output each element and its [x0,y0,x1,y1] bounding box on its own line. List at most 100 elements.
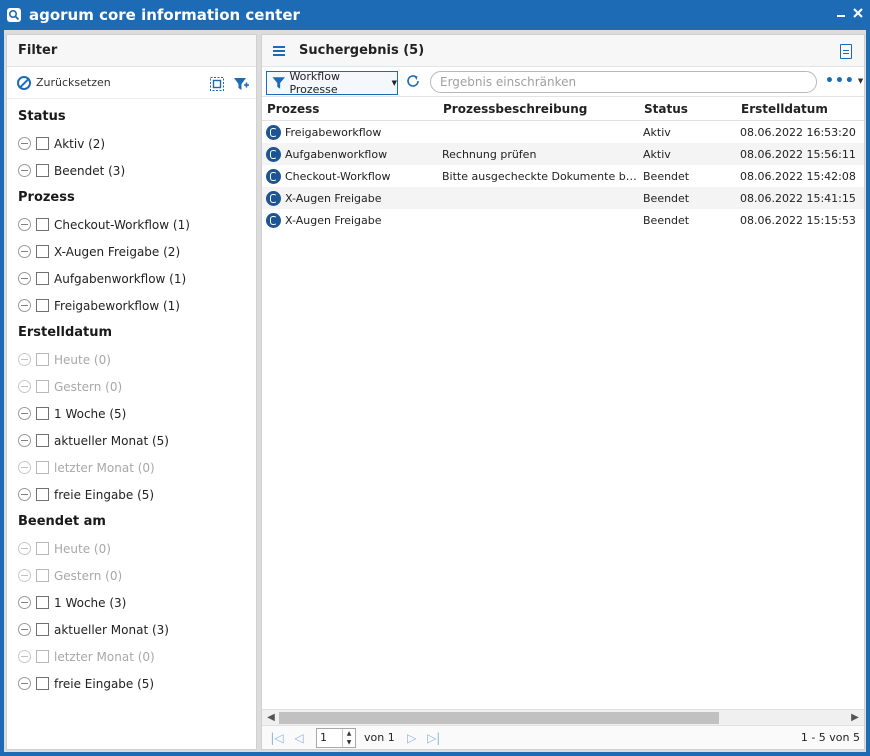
cell-status: Aktiv [643,125,671,139]
last-page-icon[interactable]: ▷| [423,731,445,745]
filter-option[interactable]: Aufgabenworkflow (1) [7,265,256,292]
filter-option[interactable]: Beendet (3) [7,157,256,184]
add-filter-icon[interactable] [233,76,249,92]
filter-checkbox[interactable] [36,407,49,420]
filter-group-title: Prozess [18,190,75,205]
exclude-icon[interactable] [18,677,31,690]
filter-option[interactable]: Checkout-Workflow (1) [7,211,256,238]
cell-status: Beendet [643,213,690,227]
scroll-thumb[interactable] [279,712,719,724]
filter-option-label: freie Eingabe (5) [54,676,155,691]
select-all-icon[interactable] [209,76,225,92]
filter-checkbox[interactable] [36,164,49,177]
filter-group-title: Beendet am [18,514,106,529]
filter-checkbox [36,380,49,393]
filter-option[interactable]: 1 Woche (5) [7,400,256,427]
filter-checkbox[interactable] [36,218,49,231]
filter-option: Gestern (0) [7,373,256,400]
filter-option-label: 1 Woche (5) [54,406,127,421]
scroll-left-icon[interactable]: ◀ [264,711,278,725]
page-spinner[interactable]: ▲ ▼ [342,728,355,747]
prev-page-icon[interactable]: ◁ [288,731,310,745]
filter-option[interactable]: X-Augen Freigabe (2) [7,238,256,265]
result-toolbar: Workflow Prozesse ▼ •••▼ [262,67,864,97]
cell-created: 08.06.2022 15:41:15 [740,191,856,205]
filter-option[interactable]: freie Eingabe (5) [7,670,256,697]
filter-option-label: Gestern (0) [54,568,123,583]
table-row[interactable]: Checkout-Workflow Bitte ausgecheckte Doku… [262,165,864,187]
window-title: agorum core information center [29,6,300,24]
process-name: X-Augen Freigabe [285,191,382,205]
column-erstelldatum[interactable]: Erstelldatum [736,102,864,116]
spin-down-icon[interactable]: ▼ [343,738,355,747]
filter-option[interactable]: aktueller Monat (5) [7,427,256,454]
filter-checkbox[interactable] [36,596,49,609]
filter-checkbox [36,461,49,474]
exclude-icon[interactable] [18,434,31,447]
filter-checkbox[interactable] [36,272,49,285]
table-row[interactable]: Aufgabenworkflow Rechnung prüfen Aktiv 08.0… [262,143,864,165]
cell-created: 08.06.2022 15:42:08 [740,169,856,183]
refresh-icon[interactable] [405,73,421,89]
filter-option-label: Heute (0) [54,352,111,367]
filter-option-label: letzter Monat (0) [54,460,155,475]
exclude-icon[interactable] [18,137,31,150]
filter-checkbox[interactable] [36,245,49,258]
exclude-icon [18,542,31,555]
filter-checkbox[interactable] [36,623,49,636]
workflow-processes-button[interactable]: Workflow Prozesse ▼ [266,70,398,96]
filter-option: Heute (0) [7,535,256,562]
exclude-icon[interactable] [18,272,31,285]
filter-option[interactable]: 1 Woche (3) [7,589,256,616]
page-number-input[interactable]: 1 ▲ ▼ [316,727,356,748]
scroll-right-icon[interactable]: ▶ [848,711,862,725]
exclude-icon[interactable] [18,407,31,420]
exclude-icon[interactable] [18,245,31,258]
exclude-icon[interactable] [18,299,31,312]
filter-checkbox[interactable] [36,488,49,501]
filter-option[interactable]: Aktiv (2) [7,130,256,157]
filter-option-label: Aufgabenworkflow (1) [54,271,187,286]
minimize-button[interactable] [834,7,848,21]
exclude-icon[interactable] [18,623,31,636]
exclude-icon[interactable] [18,488,31,501]
filter-option[interactable]: Freigabeworkflow (1) [7,292,256,319]
filter-checkbox[interactable] [36,434,49,447]
table-row[interactable]: X-Augen Freigabe Beendet 08.06.2022 15:41:… [262,187,864,209]
column-prozess[interactable]: Prozess [262,102,438,116]
filter-checkbox[interactable] [36,677,49,690]
column-status[interactable]: Status [639,102,736,116]
filter-option-label: letzter Monat (0) [54,649,155,664]
result-search-input[interactable] [430,71,817,93]
reset-button[interactable]: Zurücksetzen [17,75,111,90]
filter-option[interactable]: freie Eingabe (5) [7,481,256,508]
filter-checkbox[interactable] [36,299,49,312]
horizontal-scrollbar[interactable]: ◀ ▶ [262,709,864,725]
first-page-icon[interactable]: |◁ [266,731,288,745]
filter-checkbox [36,542,49,555]
exclude-icon [18,650,31,663]
filter-option[interactable]: aktueller Monat (3) [7,616,256,643]
filter-checkbox [36,353,49,366]
exclude-icon[interactable] [18,164,31,177]
exclude-icon[interactable] [18,596,31,609]
table-row[interactable]: Freigabeworkflow Aktiv 08.06.2022 16:53:20 [262,121,864,143]
exclude-icon[interactable] [18,218,31,231]
close-button[interactable] [851,7,865,21]
filter-option-label: aktueller Monat (5) [54,433,169,448]
document-icon[interactable] [840,44,852,59]
exclude-icon [18,380,31,393]
filter-checkbox[interactable] [36,137,49,150]
workflow-icon [266,168,281,184]
column-prozessbeschreibung[interactable]: Prozessbeschreibung [438,102,639,116]
workflow-button-label: Workflow Prozesse [289,70,340,96]
spin-up-icon[interactable]: ▲ [343,729,355,738]
process-name: X-Augen Freigabe [285,213,382,227]
menu-icon[interactable] [273,45,285,56]
main-frame: Filter Zurücksetzen Status Aktiv (2) Beend… [4,30,866,752]
next-page-icon[interactable]: ▷ [401,731,423,745]
more-options-button[interactable]: ••• ▼ [825,73,864,89]
table-row[interactable]: X-Augen Freigabe Beendet 08.06.2022 15:15:… [262,209,864,231]
exclude-icon [18,461,31,474]
cell-created: 08.06.2022 16:53:20 [740,125,856,139]
